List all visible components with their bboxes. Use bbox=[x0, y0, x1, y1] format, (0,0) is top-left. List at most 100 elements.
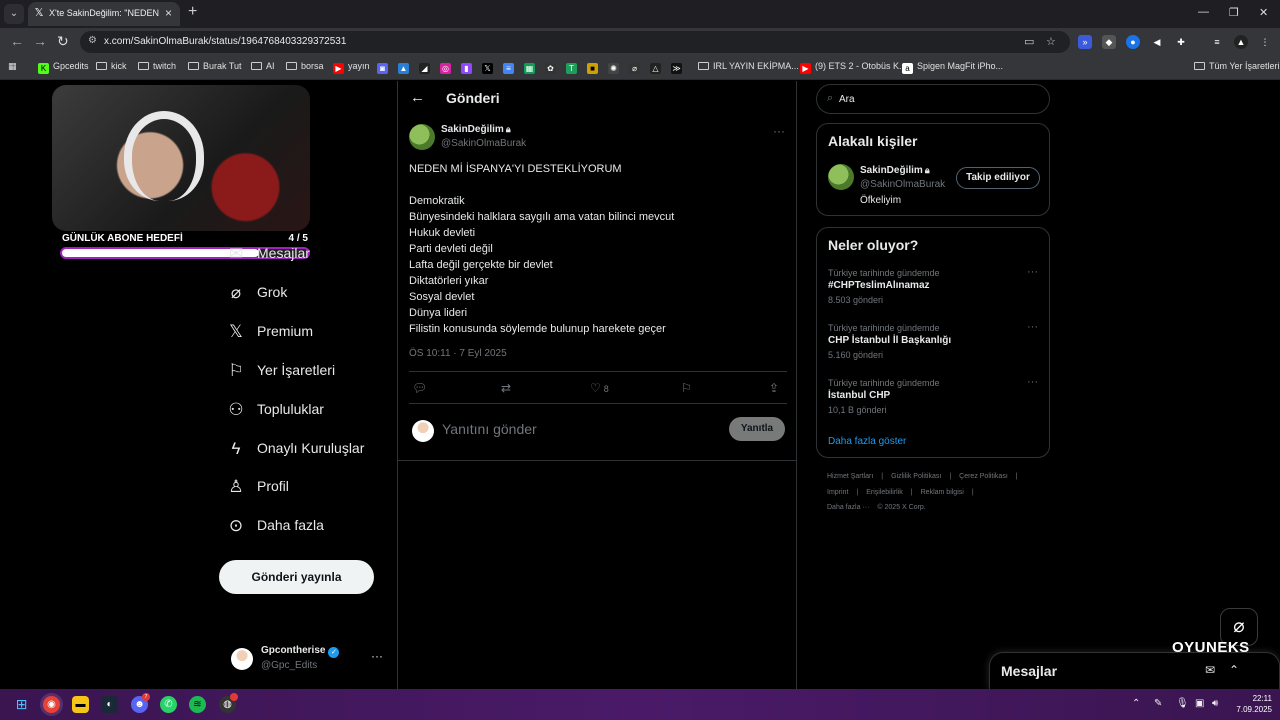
bookmark-icon-8[interactable]: ▦ bbox=[524, 61, 539, 74]
bookmark-icon-9[interactable]: ✿ bbox=[545, 61, 560, 74]
bookmark-kick[interactable]: kick bbox=[96, 61, 127, 71]
author-avatar[interactable] bbox=[409, 124, 435, 150]
footer-link-cookies[interactable]: Çerez Politikası bbox=[959, 473, 1008, 480]
bookmark-gpcedits[interactable]: K Gpcedits bbox=[38, 61, 89, 74]
forward-icon[interactable]: → bbox=[33, 33, 47, 49]
post-more-icon[interactable]: ··· bbox=[773, 124, 785, 138]
bookmark-icon-1[interactable]: ◙ bbox=[377, 61, 392, 74]
following-button[interactable]: Takip ediliyor bbox=[956, 167, 1040, 189]
browser-menu-icon[interactable]: ⋮ bbox=[1258, 35, 1272, 49]
apps-grid-icon[interactable]: ▦ bbox=[8, 61, 17, 72]
bookmark-icon-10[interactable]: T bbox=[566, 61, 581, 74]
bookmark-ets2[interactable]: ▶ (9) ETS 2 - Otobüs K... bbox=[800, 61, 907, 74]
volume-icon[interactable]: 🔊︎ bbox=[1212, 698, 1218, 709]
bookmark-icon-11[interactable]: ■ bbox=[587, 61, 602, 74]
bookmark-icon-6[interactable]: 𝕏 bbox=[482, 61, 497, 74]
bookmark-icon-15[interactable]: ≫ bbox=[671, 61, 686, 74]
whatsapp-icon[interactable]: ✆ bbox=[160, 696, 177, 713]
bookmark-icon-2[interactable]: ▲ bbox=[398, 61, 413, 74]
maximize-icon[interactable]: ❐ bbox=[1229, 6, 1239, 19]
bookmark-spigen[interactable]: a Spigen MagFit iPho... bbox=[902, 61, 1003, 74]
footer-link-terms[interactable]: Hizmet Şartları bbox=[827, 473, 873, 480]
close-window-icon[interactable]: ✕ bbox=[1259, 6, 1268, 19]
messages-drawer[interactable]: Mesajlar ✉ ⌃ bbox=[989, 652, 1280, 689]
bookmark-icon-4[interactable]: ◎ bbox=[440, 61, 455, 74]
tab-close-icon[interactable]: × bbox=[165, 6, 172, 20]
search-input[interactable] bbox=[839, 91, 1039, 107]
tray-expand-icon[interactable]: ⌃ bbox=[1132, 698, 1140, 709]
bookmark-post-icon[interactable]: ⚐ bbox=[681, 381, 692, 395]
footer-link-privacy[interactable]: Gizlilik Politikası bbox=[891, 473, 941, 480]
back-arrow-icon[interactable]: ← bbox=[410, 89, 425, 106]
reply-input[interactable]: Yanıtını gönder bbox=[442, 421, 537, 437]
footer-link-accessibility[interactable]: Erişilebilirlik bbox=[866, 489, 903, 496]
browser-tab[interactable]: 𝕏 X'te SakinDeğilim: "NEDEN Mİ İSPANYA'Y… bbox=[28, 2, 180, 26]
trend-more-icon[interactable]: ··· bbox=[1027, 266, 1038, 278]
repost-icon[interactable]: ⇄ bbox=[501, 381, 511, 395]
audio-icon[interactable]: ◀ bbox=[1150, 35, 1164, 49]
trend-more-icon[interactable]: ··· bbox=[1027, 321, 1038, 333]
share-icon[interactable]: ⇪ bbox=[769, 381, 779, 395]
extensions-puzzle-icon[interactable]: ✚ bbox=[1174, 35, 1188, 49]
footer-link-imprint[interactable]: Imprint bbox=[827, 489, 848, 496]
windows-start-icon[interactable]: ⊞ bbox=[13, 696, 30, 713]
pen-icon[interactable]: ✎ bbox=[1154, 698, 1162, 709]
bookmark-star-icon[interactable]: ☆ bbox=[1046, 35, 1056, 48]
site-icon: ▲ bbox=[398, 63, 409, 74]
new-message-icon[interactable]: ✉ bbox=[1205, 663, 1215, 677]
post-timestamp[interactable]: ÖS 10:11 · 7 Eyl 2025 bbox=[409, 348, 507, 359]
tab-search-icon[interactable]: ⌄ bbox=[4, 4, 24, 24]
new-tab-icon[interactable]: + bbox=[188, 3, 197, 21]
account-avatar[interactable] bbox=[231, 648, 253, 670]
author-name[interactable]: SakinDeğilim 🔒︎ bbox=[441, 124, 511, 135]
reply-icon[interactable]: 💬︎ bbox=[412, 381, 427, 395]
trend-more-icon[interactable]: ··· bbox=[1027, 376, 1038, 388]
address-bar[interactable]: ⚙ x.com/SakinOlmaBurak/status/1964768403… bbox=[80, 31, 1070, 53]
bookmark-icon-12[interactable]: ✺ bbox=[608, 61, 623, 74]
steam-icon[interactable]: ◐ bbox=[101, 696, 118, 713]
author-handle[interactable]: @SakinOlmaBurak bbox=[441, 138, 526, 149]
bookmark-yayin[interactable]: ▶ yayın bbox=[333, 61, 370, 74]
post-button[interactable]: Gönderi yayınla bbox=[219, 560, 374, 594]
reload-icon[interactable]: ↻ bbox=[57, 33, 69, 50]
bookmark-icon-14[interactable]: △ bbox=[650, 61, 665, 74]
reply-button[interactable]: Yanıtla bbox=[729, 417, 785, 441]
spotify-icon[interactable]: ≋ bbox=[189, 696, 206, 713]
bookmark-icon-7[interactable]: ≡ bbox=[503, 61, 518, 74]
account-name[interactable]: Gpcontherise ✓ bbox=[261, 645, 340, 658]
search-box[interactable]: ⌕ bbox=[816, 84, 1050, 114]
related-handle[interactable]: @SakinOlmaBurak bbox=[860, 179, 945, 190]
chrome-icon[interactable]: ◉ bbox=[43, 696, 60, 713]
bookmark-borsa[interactable]: borsa bbox=[286, 61, 324, 71]
cast-icon[interactable]: ▭ bbox=[1024, 35, 1034, 48]
network-icon[interactable]: ▣ bbox=[1195, 698, 1204, 709]
tab-list-icon[interactable]: ≡ bbox=[1210, 35, 1224, 49]
like-button[interactable]: ♡ 8 bbox=[590, 381, 609, 395]
related-name[interactable]: SakinDeğilim 🔒︎ bbox=[860, 165, 930, 176]
bookmark-burak-tut[interactable]: Burak Tut bbox=[188, 61, 242, 71]
related-avatar[interactable] bbox=[828, 164, 854, 190]
bookmark-icon-5[interactable]: ▮ bbox=[461, 61, 476, 74]
url-text[interactable]: x.com/SakinOlmaBurak/status/196476840332… bbox=[104, 36, 346, 47]
extension-icon[interactable]: » bbox=[1078, 35, 1092, 49]
bookmark-twitch[interactable]: twitch bbox=[138, 61, 176, 71]
extension-icon[interactable]: ◆ bbox=[1102, 35, 1116, 49]
bookmark-all[interactable]: Tüm Yer İşaretleri bbox=[1194, 61, 1280, 71]
file-explorer-icon[interactable]: ▬ bbox=[72, 696, 89, 713]
account-more-icon[interactable]: ··· bbox=[371, 649, 383, 663]
bookmark-icon-13[interactable]: ⌀ bbox=[629, 61, 644, 74]
bookmark-irl-yayin[interactable]: IRL YAYIN EKİPMA... bbox=[698, 61, 799, 71]
site-info-icon[interactable]: ⚙ bbox=[88, 35, 97, 46]
back-icon[interactable]: ← bbox=[10, 33, 24, 49]
profile-avatar-icon[interactable]: ▲ bbox=[1234, 35, 1248, 49]
show-more-link[interactable]: Daha fazla göster bbox=[828, 436, 906, 447]
bookmark-icon-3[interactable]: ◢ bbox=[419, 61, 434, 74]
system-clock[interactable]: 22:11 7.09.2025 bbox=[1232, 693, 1272, 715]
microphone-icon[interactable]: 🎙︎ bbox=[1176, 698, 1189, 709]
expand-icon[interactable]: ⌃ bbox=[1229, 663, 1239, 677]
bookmark-ai[interactable]: AI bbox=[251, 61, 275, 71]
footer-link-ads[interactable]: Reklam bilgisi bbox=[921, 489, 964, 496]
minimize-icon[interactable]: — bbox=[1198, 6, 1209, 18]
extension-icon[interactable]: ● bbox=[1126, 35, 1140, 49]
footer-link-more[interactable]: Daha fazla ··· bbox=[827, 504, 869, 511]
